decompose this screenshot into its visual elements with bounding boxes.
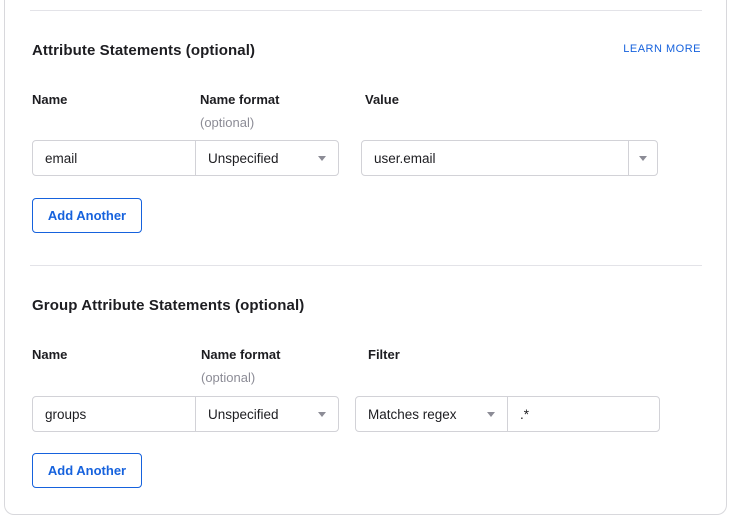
group-attribute-statements-title: Group Attribute Statements (optional)	[32, 297, 304, 314]
attr-name-format-optional-note: (optional)	[200, 115, 254, 130]
attr-add-another-button[interactable]: Add Another	[32, 198, 142, 233]
group-col-filter-label: Filter	[368, 347, 400, 362]
chevron-down-icon	[639, 156, 647, 161]
attr-value-dropdown-button[interactable]	[628, 140, 658, 176]
chevron-down-icon	[487, 412, 495, 417]
attribute-statements-title: Attribute Statements (optional)	[32, 42, 255, 59]
section-divider-middle	[30, 265, 702, 266]
attr-value-input[interactable]	[361, 140, 629, 176]
settings-card	[4, 0, 727, 515]
group-name-format-optional-note: (optional)	[201, 370, 255, 385]
group-col-name-label: Name	[32, 347, 67, 362]
section-divider-top	[30, 10, 702, 11]
attr-name-format-select[interactable]: Unspecified	[195, 140, 339, 176]
group-name-input[interactable]	[32, 396, 196, 432]
chevron-down-icon	[318, 156, 326, 161]
learn-more-link[interactable]: LEARN MORE	[623, 43, 701, 55]
attr-col-name-label: Name	[32, 92, 67, 107]
chevron-down-icon	[318, 412, 326, 417]
attr-col-value-label: Value	[365, 92, 399, 107]
group-name-format-selected-value: Unspecified	[208, 407, 279, 422]
group-add-another-button[interactable]: Add Another	[32, 453, 142, 488]
group-name-format-select[interactable]: Unspecified	[195, 396, 339, 432]
attr-name-format-selected-value: Unspecified	[208, 151, 279, 166]
attr-name-input[interactable]	[32, 140, 196, 176]
attr-col-name-format-label: Name format	[200, 92, 279, 107]
group-filter-type-selected-value: Matches regex	[368, 407, 457, 422]
saml-settings-page: Attribute Statements (optional) LEARN MO…	[0, 0, 737, 530]
group-col-name-format-label: Name format	[201, 347, 280, 362]
group-filter-type-select[interactable]: Matches regex	[355, 396, 508, 432]
group-filter-value-input[interactable]	[507, 396, 660, 432]
